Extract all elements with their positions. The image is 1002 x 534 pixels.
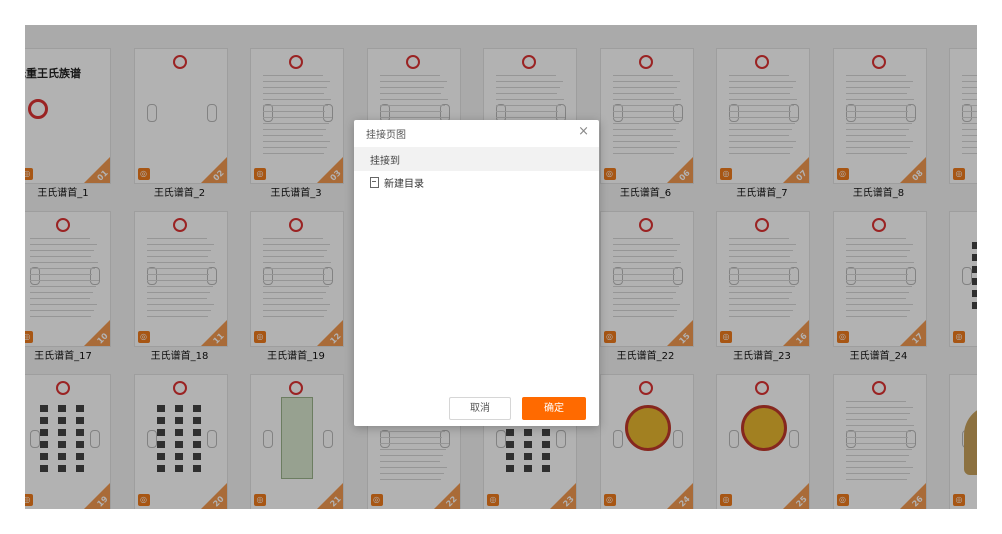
- attach-to-section: 挂接到: [354, 147, 599, 171]
- close-icon[interactable]: ×: [578, 124, 589, 139]
- new-directory-label: 新建目录: [384, 178, 424, 190]
- dialog-title: 挂接页图: [366, 130, 406, 141]
- document-icon: [370, 176, 379, 188]
- confirm-button[interactable]: 确定: [522, 397, 586, 420]
- attach-page-dialog: 挂接页图 × 挂接到 新建目录 取消 确定: [354, 120, 599, 426]
- cancel-button[interactable]: 取消: [449, 397, 511, 420]
- new-directory-item[interactable]: 新建目录: [370, 174, 424, 190]
- attach-to-label: 挂接到: [370, 156, 400, 167]
